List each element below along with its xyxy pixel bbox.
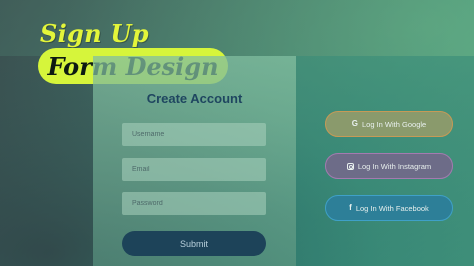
submit-button[interactable]: Submit: [122, 231, 266, 256]
facebook-login-label: Log In With Facebook: [355, 203, 429, 213]
google-login-label: Log In With Google: [362, 119, 427, 129]
facebook-icon: f: [349, 203, 352, 212]
instagram-login-button[interactable]: Log In With Instagram: [325, 153, 453, 179]
password-field[interactable]: [122, 192, 266, 215]
instagram-login-label: Log In With Instagram: [357, 161, 432, 171]
email-field[interactable]: [122, 158, 266, 181]
form-title: Create Account: [146, 91, 243, 106]
google-icon: G: [351, 119, 358, 128]
instagram-icon: [346, 162, 354, 170]
google-login-button[interactable]: G Log In With Google: [325, 111, 453, 137]
facebook-login-button[interactable]: f Log In With Facebook: [325, 195, 453, 221]
headline-sign-up: Sign Up: [40, 19, 149, 48]
username-field[interactable]: [122, 123, 266, 146]
